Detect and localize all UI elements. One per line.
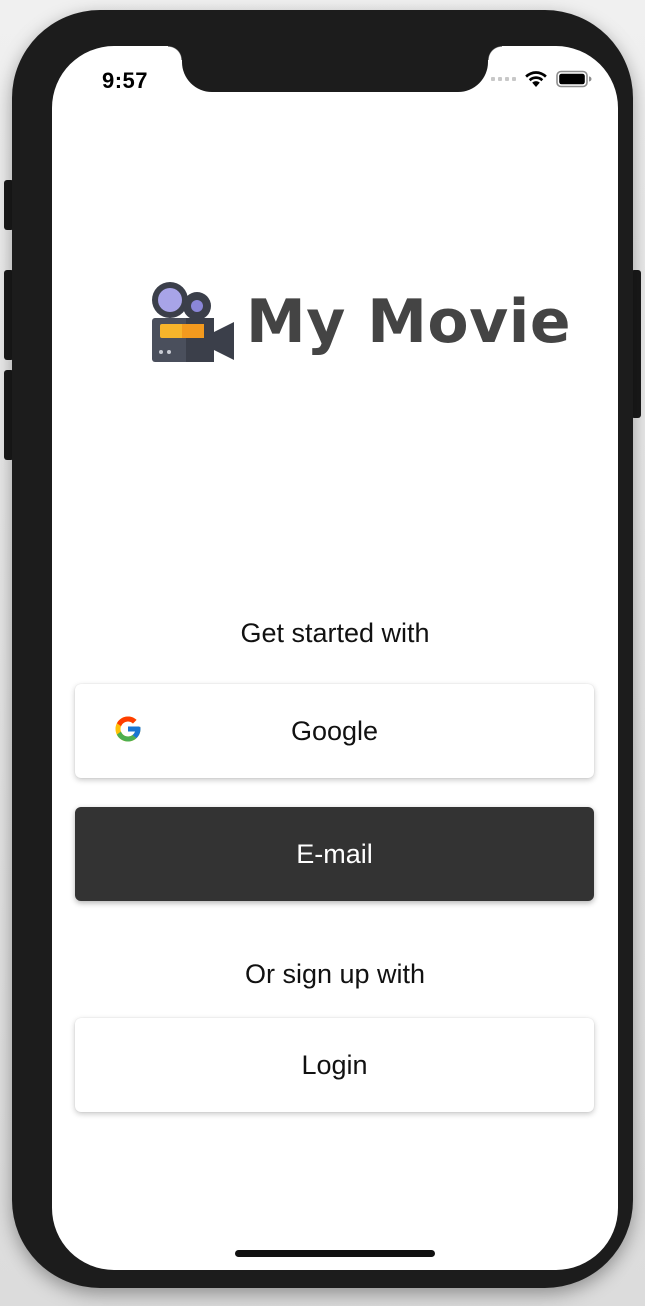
home-indicator[interactable] xyxy=(235,1250,435,1257)
movie-camera-icon xyxy=(152,282,234,362)
google-button[interactable]: Google xyxy=(75,684,594,778)
get-started-prompt: Get started with xyxy=(240,618,430,648)
app-logo: My Movie xyxy=(150,280,571,364)
status-time: 9:57 xyxy=(102,68,149,93)
email-button[interactable]: E-mail xyxy=(75,807,594,901)
battery-icon xyxy=(556,70,592,88)
app-screen: 9:57 My Movie Get started with Google E-… xyxy=(52,46,618,1270)
google-icon xyxy=(115,716,141,742)
signup-prompt: Or sign up with xyxy=(244,959,426,989)
status-icons xyxy=(491,70,592,88)
app-title: My Movie xyxy=(246,287,572,357)
notch xyxy=(168,46,502,92)
phone-frame: 9:57 My Movie Get started with Google E-… xyxy=(12,10,633,1288)
login-button[interactable]: Login xyxy=(75,1018,594,1112)
cellular-signal-icon xyxy=(491,77,516,81)
wifi-icon xyxy=(525,71,547,87)
email-button-label: E-mail xyxy=(296,838,373,869)
google-button-label: Google xyxy=(290,715,379,746)
login-button-label: Login xyxy=(301,1049,368,1080)
